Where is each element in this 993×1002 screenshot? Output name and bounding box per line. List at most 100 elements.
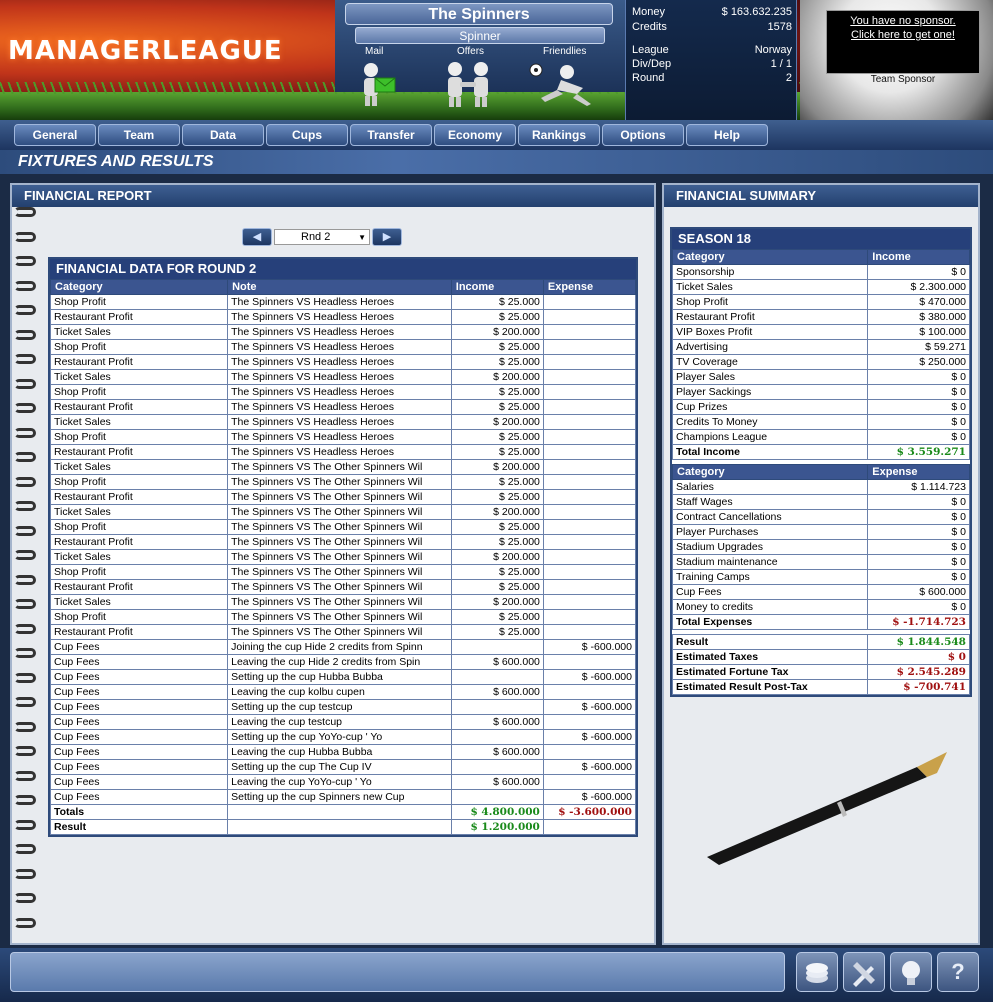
cell-income: $ 600.000 (450, 684, 544, 700)
get-sponsor-link[interactable]: Click here to get one! (827, 28, 979, 42)
table-row: Shop Profit The Spinners VS Headless Hero… (49, 384, 637, 400)
cell-category: Ticket Sales (49, 459, 229, 475)
income-category: Player Sales (671, 369, 869, 385)
cell-note: The Spinners VS Headless Heroes (227, 369, 452, 385)
expense-value: $ 600.000 (867, 584, 970, 600)
cell-expense (542, 354, 637, 370)
total-expenses-value: $ -1.714.723 (867, 614, 970, 630)
table-row: Ticket Sales The Spinners VS The Other Sp… (49, 459, 637, 475)
table-row: Shop Profit The Spinners VS The Other Spi… (49, 564, 637, 580)
nav-economy[interactable]: Economy (434, 124, 516, 146)
cell-note: The Spinners VS The Other Spinners Wil (227, 459, 452, 475)
table-row: Shop Profit The Spinners VS Headless Hero… (49, 294, 637, 310)
cell-note: The Spinners VS The Other Spinners Wil (227, 489, 452, 505)
result-summary-rows: Result $ 1.844.548 Estimated Taxes $ 0 Estim… (671, 634, 970, 695)
col-expense: Expense (542, 279, 637, 295)
cell-category: Restaurant Profit (49, 444, 229, 460)
income-category: Advertising (671, 339, 869, 355)
expense-row: Money to credits $ 0 (671, 599, 970, 615)
nav-help[interactable]: Help (686, 124, 768, 146)
nav-transfer[interactable]: Transfer (350, 124, 432, 146)
mail-label: Mail (365, 46, 384, 57)
cell-expense (542, 429, 637, 445)
round-dropdown[interactable]: Rnd 2 ▼ (274, 229, 370, 245)
ring-binding (14, 280, 36, 291)
ring-binding (14, 819, 36, 830)
ring-binding (14, 844, 36, 854)
expense-row: Contract Cancellations $ 0 (671, 509, 970, 525)
cell-category: Cup Fees (49, 654, 229, 670)
title-bar: FIXTURES AND RESULTS (0, 150, 993, 174)
nav-cups[interactable]: Cups (266, 124, 348, 146)
stats-panel: Money $ 163.632.235 Credits 1578 League Nor… (625, 0, 797, 120)
cell-note: The Spinners VS Headless Heroes (227, 354, 452, 370)
ring-binding (14, 917, 36, 928)
income-value: $ 470.000 (867, 294, 970, 310)
cell-note: The Spinners VS Headless Heroes (227, 429, 452, 445)
ring-binding (14, 574, 36, 585)
table-row: Shop Profit The Spinners VS The Other Spi… (49, 609, 637, 625)
coins-button[interactable] (796, 952, 838, 992)
cell-expense (542, 384, 637, 400)
next-round-button[interactable]: ▶ (372, 228, 402, 246)
team-sponsor-label: Team Sponsor (870, 74, 936, 85)
offers-icon[interactable] (441, 60, 497, 108)
cell-income: $ 25.000 (450, 564, 544, 580)
nav-data[interactable]: Data (182, 124, 264, 146)
income-category: VIP Boxes Profit (671, 324, 869, 340)
no-sponsor-link[interactable]: You have no sponsor. (827, 14, 979, 28)
income-category: Sponsorship (671, 264, 869, 280)
expense-category: Training Camps (671, 569, 869, 585)
round-dropdown-value: Rnd 2 (301, 231, 331, 243)
table-row: Restaurant Profit The Spinners VS Headles… (49, 444, 637, 460)
help-icon: ? (951, 959, 965, 984)
credits-value: 1578 (767, 21, 792, 33)
manager-name[interactable]: Spinner (355, 27, 605, 44)
nav-team[interactable]: Team (98, 124, 180, 146)
income-value: $ 59.271 (867, 339, 970, 355)
season-summary-table: SEASON 18 Category Income Sponsorship $ 0… (670, 227, 972, 697)
status-bar (10, 952, 785, 992)
cell-expense: $ -600.000 (542, 789, 637, 805)
tips-button[interactable] (890, 952, 932, 992)
table-row: Restaurant Profit The Spinners VS The Oth… (49, 579, 637, 595)
cell-category: Restaurant Profit (49, 399, 229, 415)
expense-category: Salaries (671, 479, 869, 495)
tools-button[interactable] (843, 952, 885, 992)
nav-rankings[interactable]: Rankings (518, 124, 600, 146)
financial-summary-title: FINANCIAL SUMMARY (664, 185, 978, 207)
expense-row: Cup Fees $ 600.000 (671, 584, 970, 600)
cell-category: Shop Profit (49, 474, 229, 490)
income-value: $ 0 (867, 384, 970, 400)
summary-label: Estimated Fortune Tax (671, 664, 869, 680)
cell-note: The Spinners VS Headless Heroes (227, 414, 452, 430)
expense-row: Staff Wages $ 0 (671, 494, 970, 510)
cell-expense (542, 369, 637, 385)
mail-icon[interactable] (355, 60, 401, 108)
cell-expense (542, 414, 637, 430)
prev-round-button[interactable]: ◀ (242, 228, 272, 246)
cell-income: $ 25.000 (450, 429, 544, 445)
expense-category: Stadium maintenance (671, 554, 869, 570)
nav-options[interactable]: Options (602, 124, 684, 146)
income-value: $ 380.000 (867, 309, 970, 325)
ring-binding (14, 305, 36, 315)
table-row: Shop Profit The Spinners VS Headless Hero… (49, 339, 637, 355)
team-name[interactable]: The Spinners (345, 3, 613, 25)
expense-category: Player Purchases (671, 524, 869, 540)
income-category: Cup Prizes (671, 399, 869, 415)
friendlies-icon[interactable] (527, 60, 597, 108)
expense-row: Salaries $ 1.114.723 (671, 479, 970, 495)
table-row: Ticket Sales The Spinners VS Headless Her… (49, 414, 637, 430)
nav-general[interactable]: General (14, 124, 96, 146)
cell-expense (542, 774, 637, 790)
cell-income: $ 25.000 (450, 354, 544, 370)
table-row: Cup Fees Leaving the cup kolbu cupen $ 600… (49, 684, 637, 700)
income-value: $ 0 (867, 369, 970, 385)
income-category: Champions League (671, 429, 869, 445)
league-label: League (632, 44, 669, 56)
help-button[interactable]: ? (937, 952, 979, 992)
cell-note: The Spinners VS Headless Heroes (227, 294, 452, 310)
cell-note: The Spinners VS The Other Spinners Wil (227, 624, 452, 640)
income-row: VIP Boxes Profit $ 100.000 (671, 324, 970, 340)
